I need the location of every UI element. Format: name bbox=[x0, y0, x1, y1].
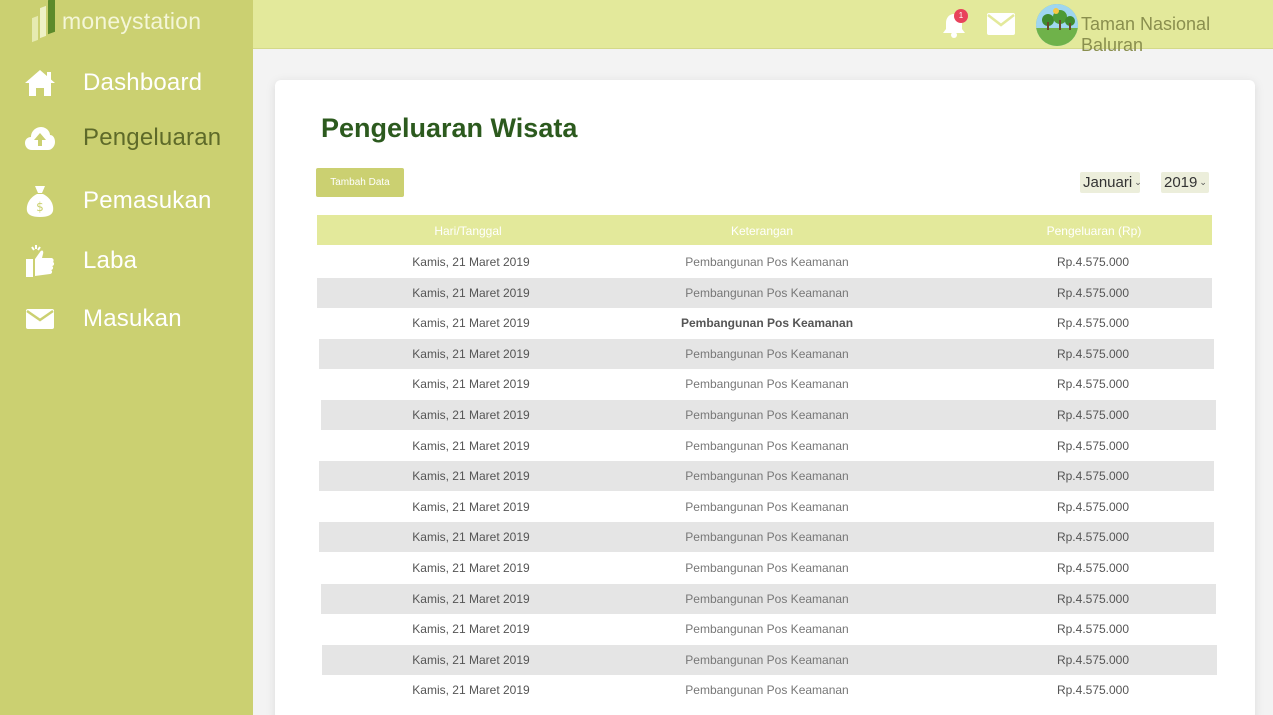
cell-description: Pembangunan Pos Keamanan bbox=[685, 683, 849, 698]
cell-description: Pembangunan Pos Keamanan bbox=[685, 499, 849, 514]
topbar: 1 Taman Nasional Baluran bbox=[253, 0, 1273, 55]
cell-description: Pembangunan Pos Keamanan bbox=[685, 438, 849, 453]
cell-amount: Rp.4.575.000 bbox=[1056, 438, 1130, 453]
table-header: Hari/Tanggal Keterangan Pengeluaran (Rp) bbox=[317, 215, 1212, 245]
cell-amount: Rp.4.575.000 bbox=[1056, 561, 1130, 575]
cell-amount: Rp.4.575.000 bbox=[1056, 499, 1130, 514]
sidebar-item-label: Dashboard bbox=[83, 69, 203, 96]
user-name[interactable]: Taman Nasional Baluran bbox=[1081, 14, 1273, 56]
chevron-down-icon: ⌄ bbox=[1199, 177, 1207, 187]
column-header-date[interactable]: Hari/Tanggal bbox=[434, 224, 501, 238]
cell-amount: Rp.4.575.000 bbox=[1056, 652, 1130, 667]
sidebar-item-masukan[interactable]: Masukan bbox=[0, 297, 253, 341]
table-row[interactable]: Kamis, 21 Maret 2019 Pembangunan Pos Keam… bbox=[319, 369, 1214, 399]
sidebar-item-laba[interactable]: Laba bbox=[0, 239, 253, 283]
table-row[interactable]: Kamis, 21 Maret 2019 Pembangunan Pos Keam… bbox=[321, 583, 1216, 614]
cell-description: Pembangunan Pos Keamanan bbox=[685, 591, 849, 606]
cell-date: Kamis, 21 Maret 2019 bbox=[412, 683, 530, 698]
money-bag-icon: $ bbox=[24, 185, 56, 217]
table-row[interactable]: Kamis, 21 Maret 2019 Pembangunan Pos Keam… bbox=[321, 431, 1216, 461]
column-header-description[interactable]: Keterangan bbox=[731, 224, 793, 238]
column-header-amount[interactable]: Pengeluaran (Rp) bbox=[1047, 224, 1142, 238]
notification-badge: 1 bbox=[954, 9, 968, 23]
year-select[interactable]: 2019 ⌄ bbox=[1161, 172, 1209, 193]
cell-description: Pembangunan Pos Keamanan bbox=[685, 408, 849, 422]
cloud-upload-icon bbox=[24, 122, 56, 154]
cell-amount: Rp.4.575.000 bbox=[1056, 377, 1130, 392]
cell-date: Kamis, 21 Maret 2019 bbox=[412, 346, 530, 361]
cell-description: Pembangunan Pos Keamanan bbox=[685, 377, 849, 392]
cell-amount: Rp.4.575.000 bbox=[1056, 622, 1130, 637]
cell-description: Pembangunan Pos Keamanan bbox=[685, 285, 849, 300]
cell-description: Pembangunan Pos Keamanan bbox=[685, 469, 849, 484]
table-row[interactable]: Kamis, 21 Maret 2019 Pembangunan Pos Keam… bbox=[319, 492, 1214, 522]
cell-amount: Rp.4.575.000 bbox=[1056, 683, 1130, 698]
chevron-down-icon: ⌄ bbox=[1134, 177, 1142, 187]
cell-date: Kamis, 21 Maret 2019 bbox=[412, 438, 530, 453]
cell-date: Kamis, 21 Maret 2019 bbox=[412, 408, 530, 422]
avatar[interactable] bbox=[1036, 4, 1078, 46]
cell-date: Kamis, 21 Maret 2019 bbox=[412, 255, 530, 269]
cell-description: Pembangunan Pos Keamanan bbox=[685, 346, 849, 361]
cell-description: Pembangunan Pos Keamanan bbox=[685, 255, 849, 269]
app-logo[interactable]: moneystation bbox=[32, 0, 202, 43]
cell-amount: Rp.4.575.000 bbox=[1056, 255, 1130, 269]
sidebar-item-label: Pemasukan bbox=[83, 187, 212, 214]
sidebar-item-pemasukan[interactable]: $ Pemasukan bbox=[0, 179, 253, 223]
table-row[interactable]: Kamis, 21 Maret 2019 Pembangunan Pos Keam… bbox=[319, 553, 1214, 583]
cell-date: Kamis, 21 Maret 2019 bbox=[412, 316, 530, 331]
cell-date: Kamis, 21 Maret 2019 bbox=[412, 377, 530, 392]
cell-date: Kamis, 21 Maret 2019 bbox=[412, 499, 530, 514]
cell-amount: Rp.4.575.000 bbox=[1056, 469, 1130, 484]
sidebar: moneystation Dashboard Pengeluaran $ Pem… bbox=[0, 0, 253, 715]
page-title: Pengeluaran Wisata bbox=[321, 113, 578, 143]
thumbs-up-icon bbox=[24, 245, 56, 277]
cell-date: Kamis, 21 Maret 2019 bbox=[412, 285, 530, 300]
sidebar-item-label: Laba bbox=[83, 247, 138, 274]
envelope-icon bbox=[24, 303, 56, 335]
table-row[interactable]: Kamis, 21 Maret 2019 Pembangunan Pos Keam… bbox=[317, 247, 1212, 277]
cell-amount: Rp.4.575.000 bbox=[1056, 530, 1130, 545]
content-card: Pengeluaran Wisata Tambah Data Januari ⌄… bbox=[275, 80, 1255, 715]
add-data-button[interactable]: Tambah Data bbox=[316, 168, 404, 197]
cell-date: Kamis, 21 Maret 2019 bbox=[412, 469, 530, 484]
cell-date: Kamis, 21 Maret 2019 bbox=[412, 530, 530, 545]
cell-amount: Rp.4.575.000 bbox=[1056, 285, 1130, 300]
cell-description: Pembangunan Pos Keamanan bbox=[685, 561, 849, 575]
year-select-value: 2019 bbox=[1164, 174, 1198, 191]
sidebar-item-label: Pengeluaran bbox=[83, 124, 222, 151]
cell-description: Pembangunan Pos Keamanan bbox=[685, 622, 849, 637]
svg-text:$: $ bbox=[36, 200, 44, 214]
logo-text: moneystation bbox=[62, 8, 202, 34]
cell-amount: Rp.4.575.000 bbox=[1056, 316, 1130, 331]
sidebar-item-dashboard[interactable]: Dashboard bbox=[0, 61, 253, 105]
table-row[interactable]: Kamis, 21 Maret 2019 Pembangunan Pos Keam… bbox=[322, 675, 1217, 705]
cell-description: Pembangunan Pos Keamanan bbox=[685, 652, 849, 667]
table-row[interactable]: Kamis, 21 Maret 2019 Pembangunan Pos Keam… bbox=[319, 522, 1214, 553]
cell-description: Pembangunan Pos Keamanan bbox=[680, 316, 854, 331]
table-row[interactable]: Kamis, 21 Maret 2019 Pembangunan Pos Keam… bbox=[322, 644, 1217, 675]
envelope-icon[interactable] bbox=[986, 12, 1016, 36]
cell-description: Pembangunan Pos Keamanan bbox=[685, 530, 849, 545]
sidebar-item-pengeluaran[interactable]: Pengeluaran bbox=[0, 116, 253, 160]
logo-mark-icon bbox=[32, 0, 58, 43]
table-row[interactable]: Kamis, 21 Maret 2019 Pembangunan Pos Keam… bbox=[321, 614, 1216, 644]
sidebar-item-label: Masukan bbox=[83, 305, 182, 332]
cell-amount: Rp.4.575.000 bbox=[1056, 346, 1130, 361]
cell-date: Kamis, 21 Maret 2019 bbox=[412, 591, 530, 606]
cell-date: Kamis, 21 Maret 2019 bbox=[412, 652, 530, 667]
table-row[interactable]: Kamis, 21 Maret 2019 Pembangunan Pos Keam… bbox=[317, 308, 1212, 338]
table-row[interactable]: Kamis, 21 Maret 2019 Pembangunan Pos Keam… bbox=[321, 400, 1216, 430]
cell-date: Kamis, 21 Maret 2019 bbox=[412, 622, 530, 637]
cell-amount: Rp.4.575.000 bbox=[1056, 591, 1130, 606]
month-select[interactable]: Januari ⌄ bbox=[1080, 172, 1142, 193]
home-icon bbox=[24, 67, 56, 99]
table-row[interactable]: Kamis, 21 Maret 2019 Pembangunan Pos Keam… bbox=[317, 277, 1212, 308]
cell-amount: Rp.4.575.000 bbox=[1056, 408, 1130, 422]
month-select-value: Januari bbox=[1083, 174, 1133, 191]
cell-date: Kamis, 21 Maret 2019 bbox=[412, 561, 530, 575]
table-row[interactable]: Kamis, 21 Maret 2019 Pembangunan Pos Keam… bbox=[319, 461, 1214, 492]
table-row[interactable]: Kamis, 21 Maret 2019 Pembangunan Pos Keam… bbox=[319, 338, 1214, 369]
